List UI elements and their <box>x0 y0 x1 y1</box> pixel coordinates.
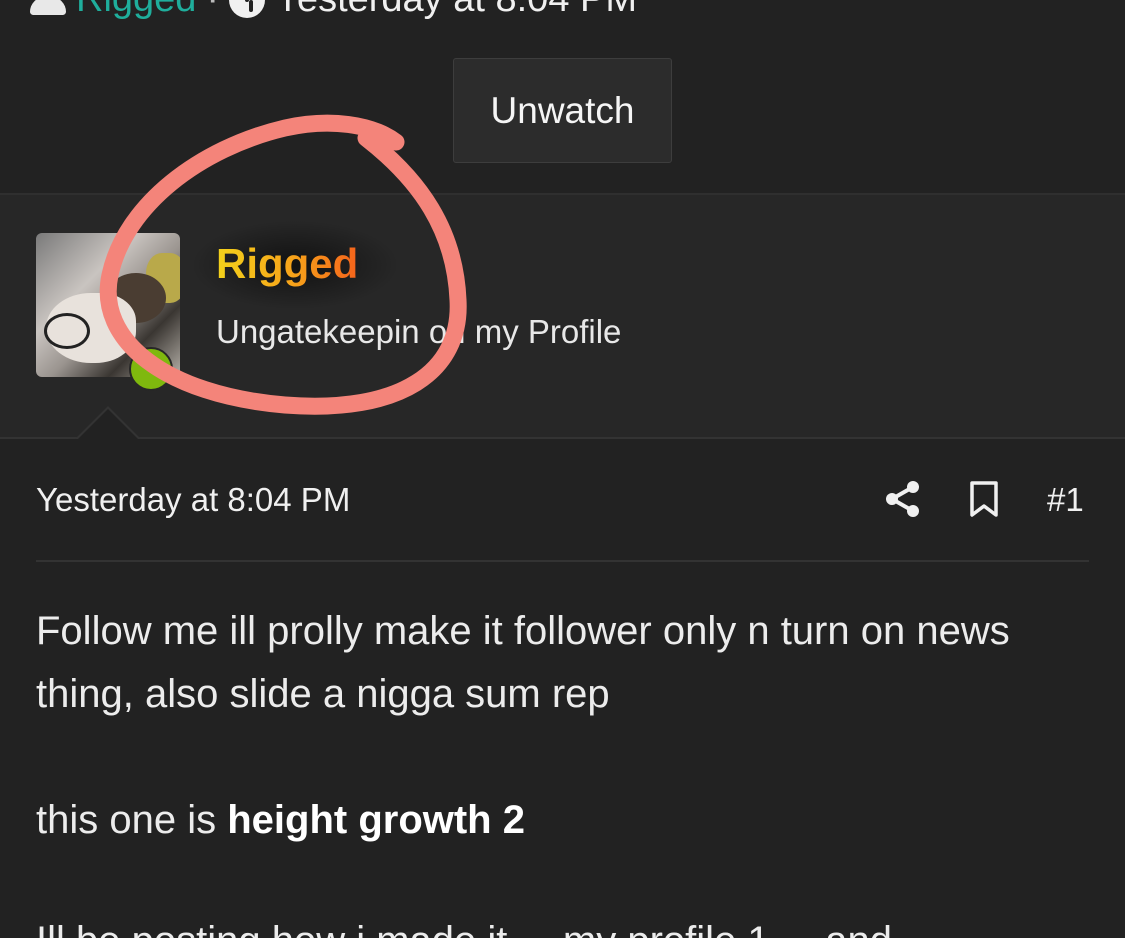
post-body: Follow me ill prolly make it follower on… <box>36 600 1096 938</box>
online-status-indicator <box>129 347 173 391</box>
post-paragraph-partial: Ill be posting how i made it ... my prof… <box>36 910 892 938</box>
share-icon[interactable] <box>884 480 922 518</box>
bookmark-icon[interactable] <box>967 480 1001 518</box>
username-link[interactable]: Rigged <box>216 240 358 288</box>
user-block-arrow-inner <box>77 409 139 440</box>
user-title: Ungatekeepin on my Profile <box>216 313 622 350</box>
post-number-link[interactable]: #1 <box>1047 481 1084 519</box>
post-paragraph: Follow me ill prolly make it follower on… <box>36 609 1010 716</box>
thread-date[interactable]: Yesterday at 8:04 PM <box>275 0 637 21</box>
meta-separator: · <box>206 0 219 21</box>
thread-meta: Rigged · Yesterday at 8:04 PM <box>30 0 637 21</box>
clock-icon <box>229 0 266 18</box>
post-paragraph: this one is height growth 2 <box>36 789 1096 852</box>
user-icon <box>30 0 66 15</box>
thread-page: Rigged · Yesterday at 8:04 PM Unwatch Ri… <box>0 0 1125 938</box>
thread-author-link[interactable]: Rigged <box>76 0 196 21</box>
post-bold-text: height growth 2 <box>227 798 525 842</box>
post-text: this one is <box>36 798 228 842</box>
unwatch-button[interactable]: Unwatch <box>453 58 672 163</box>
post-date[interactable]: Yesterday at 8:04 PM <box>36 481 350 519</box>
avatar-detail <box>44 313 90 349</box>
divider <box>36 560 1089 562</box>
user-block-border <box>0 437 1125 439</box>
